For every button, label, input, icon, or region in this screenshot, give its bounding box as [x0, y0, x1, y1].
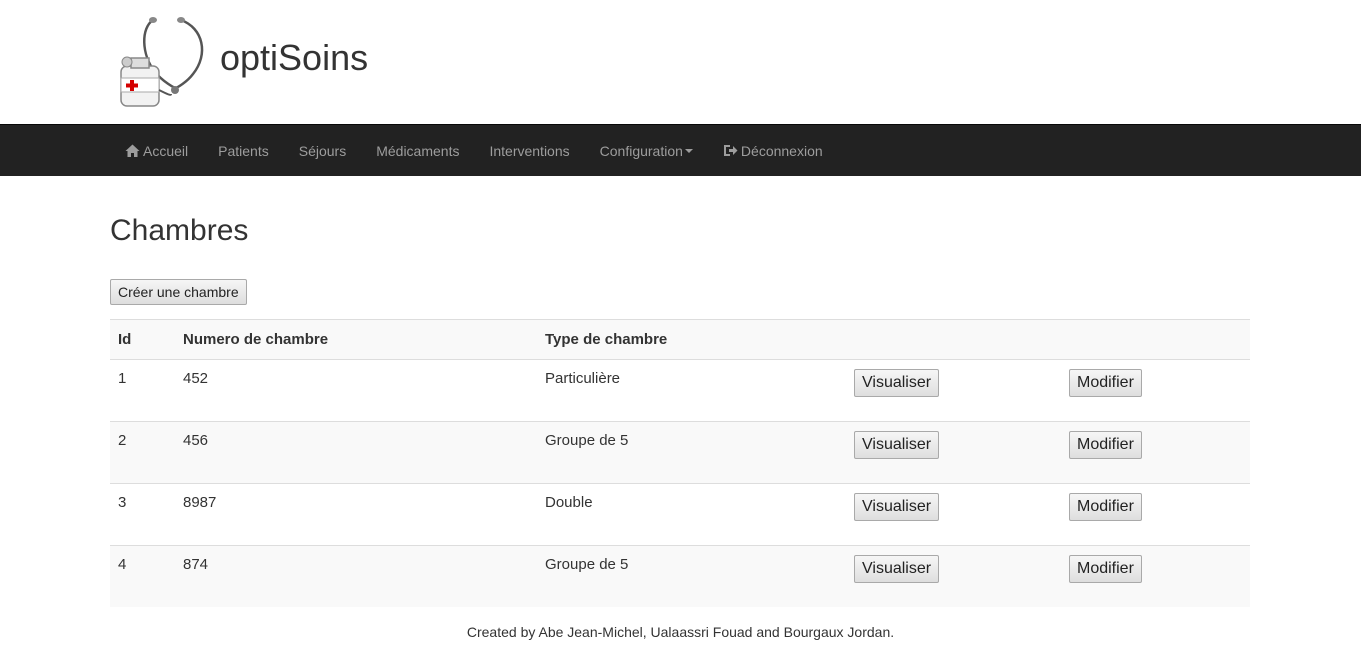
- cell-id: 4: [110, 545, 175, 607]
- nav-item-patients[interactable]: Patients: [203, 125, 284, 176]
- cell-numero: 452: [183, 370, 209, 387]
- cell-id: 2: [110, 421, 175, 484]
- cell-edit: Modifier: [1061, 483, 1250, 546]
- view-button[interactable]: Visualiser: [854, 493, 940, 521]
- nav-item-configuration[interactable]: Configuration: [585, 125, 708, 176]
- nav-label: Interventions: [489, 142, 570, 159]
- cell-edit: Modifier: [1061, 360, 1250, 422]
- navbar: Accueil Patients Séjours Médicaments Int…: [0, 124, 1361, 176]
- nav-item-deconnexion[interactable]: Déconnexion: [708, 125, 838, 176]
- nav-item-interventions[interactable]: Interventions: [474, 125, 584, 176]
- cell-type: Groupe de 5: [537, 545, 846, 607]
- column-header-edit: [1061, 319, 1250, 360]
- view-button[interactable]: Visualiser: [854, 555, 940, 583]
- cell-id: 1: [118, 370, 127, 387]
- edit-button[interactable]: Modifier: [1069, 555, 1142, 583]
- cell-id: 3: [110, 483, 175, 546]
- column-header-id: Id: [110, 319, 175, 360]
- cell-view: Visualiser: [846, 421, 1061, 484]
- cell-edit: Modifier: [1061, 421, 1250, 484]
- cell-view: Visualiser: [846, 360, 1061, 422]
- home-icon: [125, 144, 140, 157]
- view-button[interactable]: Visualiser: [854, 369, 940, 397]
- stethoscope-logo-icon: [120, 17, 204, 107]
- edit-button[interactable]: Modifier: [1069, 369, 1142, 397]
- table-row: 3 8987 Double Visualiser Modifier: [110, 483, 1250, 546]
- column-header-type: Type de chambre: [537, 319, 846, 360]
- edit-button[interactable]: Modifier: [1069, 493, 1142, 521]
- column-header-numero: Numero de chambre: [175, 319, 537, 360]
- cell-type: Particulière: [545, 370, 621, 387]
- nav-label: Configuration: [599, 142, 683, 159]
- table-row: 2 456 Groupe de 5 Visualiser Modifier: [110, 421, 1250, 484]
- site-header: optiSoins: [0, 0, 1361, 124]
- create-room-button[interactable]: Créer une chambre: [110, 279, 247, 305]
- edit-button[interactable]: Modifier: [1069, 431, 1142, 459]
- nav-menu: Accueil Patients Séjours Médicaments Int…: [110, 125, 838, 176]
- nav-label: Déconnexion: [740, 142, 823, 159]
- cell-view: Visualiser: [846, 483, 1061, 546]
- column-header-view: [846, 319, 1061, 360]
- page-title: Chambres: [110, 214, 249, 247]
- nav-item-sejours[interactable]: Séjours: [284, 125, 361, 176]
- cell-view: Visualiser: [846, 545, 1061, 607]
- cell-type: Double: [537, 483, 846, 546]
- nav-label: Patients: [218, 142, 269, 159]
- cell-edit: Modifier: [1061, 545, 1250, 607]
- footer-credits: Created by Abe Jean-Michel, Ualaassri Fo…: [466, 624, 895, 640]
- logout-icon: [723, 145, 738, 156]
- app-title: optiSoins: [220, 37, 369, 78]
- nav-label: Médicaments: [376, 142, 460, 159]
- nav-item-accueil[interactable]: Accueil: [110, 125, 203, 176]
- cell-numero: 874: [175, 545, 537, 607]
- cell-numero: 8987: [175, 483, 537, 546]
- view-button[interactable]: Visualiser: [854, 431, 940, 459]
- nav-label: Accueil: [143, 142, 189, 159]
- nav-item-medicaments[interactable]: Médicaments: [361, 125, 474, 176]
- cell-type: Groupe de 5: [537, 421, 846, 484]
- table-row: 4 874 Groupe de 5 Visualiser Modifier: [110, 545, 1250, 607]
- nav-label: Séjours: [298, 142, 347, 159]
- rooms-table: Id Numero de chambre Type de chambre 1 4…: [110, 319, 1250, 607]
- caret-down-icon: [684, 148, 693, 153]
- table-header-row: Id Numero de chambre Type de chambre: [110, 319, 1250, 360]
- table-row: 1 452 Particulière Visualiser Modifier: [110, 360, 1250, 422]
- cell-numero: 456: [175, 421, 537, 484]
